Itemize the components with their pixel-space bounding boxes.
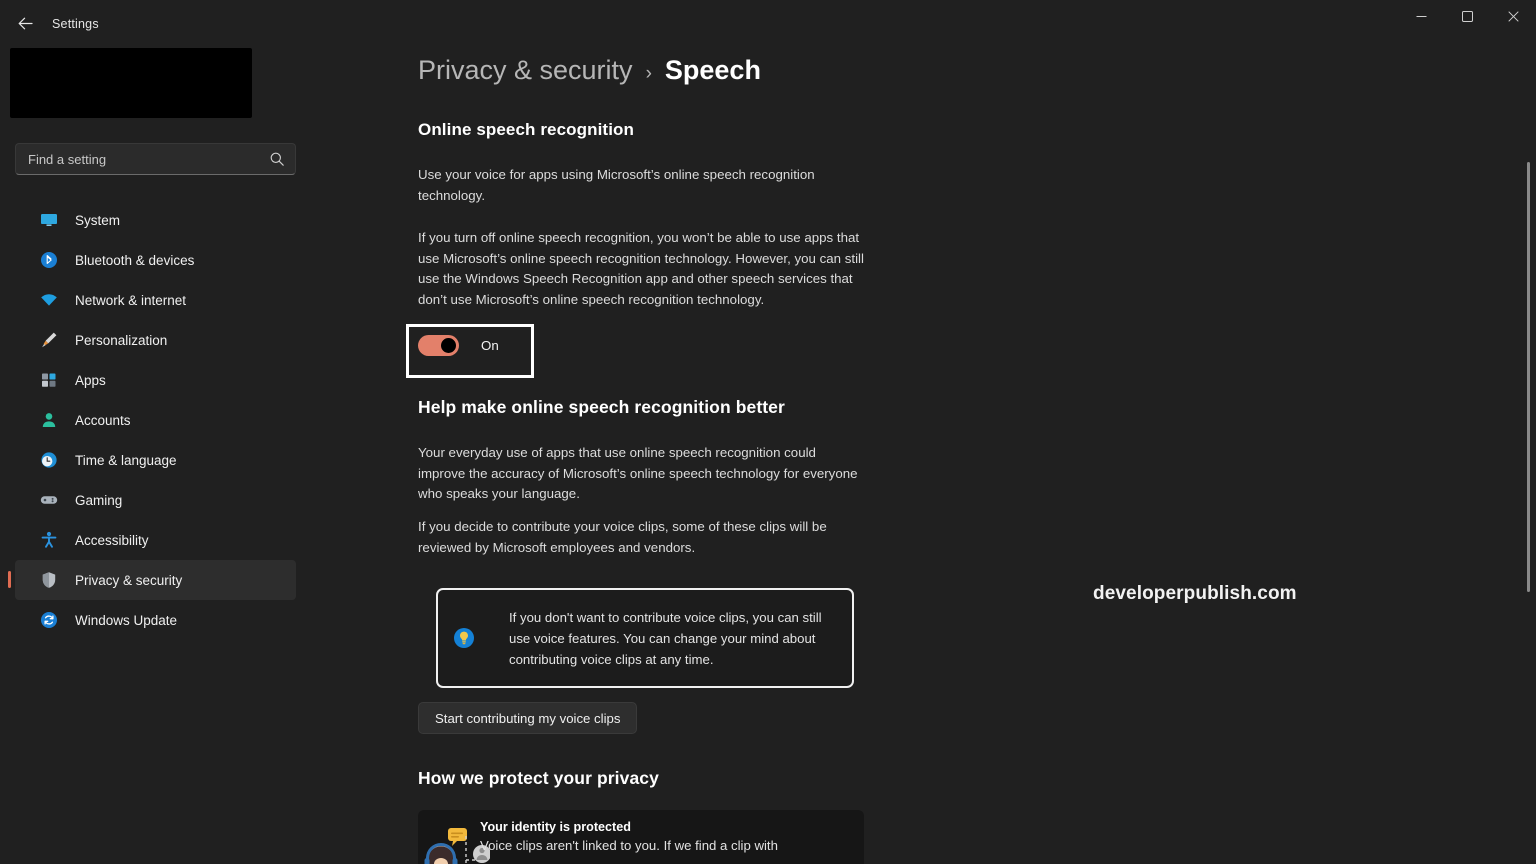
sidebar-item-accounts[interactable]: Accounts <box>15 400 296 440</box>
scrollbar-thumb[interactable] <box>1527 162 1530 592</box>
privacy-card-title: Your identity is protected <box>480 820 631 834</box>
sidebar-item-label: Network & internet <box>75 292 187 308</box>
sidebar-item-label: System <box>75 212 121 228</box>
clock-globe-icon <box>39 450 59 470</box>
breadcrumb: Privacy & security › Speech <box>418 55 761 86</box>
watermark: developerpublish.com <box>1093 583 1297 604</box>
search-input[interactable]: Find a setting <box>15 143 296 175</box>
section2-paragraph-2: If you decide to contribute your voice c… <box>418 519 827 555</box>
minimize-icon[interactable] <box>1398 0 1444 32</box>
breadcrumb-parent[interactable]: Privacy & security <box>418 55 633 86</box>
voice-clips-info-callout: If you don't want to contribute voice cl… <box>436 588 854 688</box>
sidebar-item-time-language[interactable]: Time & language <box>15 440 296 480</box>
section-heading-how-we-protect-privacy: How we protect your privacy <box>418 768 659 788</box>
section1-paragraph-1: Use your voice for apps using Microsoft’… <box>418 167 815 203</box>
wifi-icon <box>39 290 59 310</box>
content-scrollbar[interactable] <box>1524 40 1534 864</box>
sidebar-item-label: Bluetooth & devices <box>75 252 195 268</box>
sidebar-item-gaming[interactable]: Gaming <box>15 480 296 520</box>
toggle-switch[interactable] <box>418 335 459 356</box>
sidebar-item-apps[interactable]: Apps <box>15 360 296 400</box>
sidebar-item-windows-update[interactable]: Windows Update <box>15 600 296 640</box>
sidebar-item-label: Apps <box>75 372 106 388</box>
section1-paragraph-2: If you turn off online speech recognitio… <box>418 230 864 307</box>
breadcrumb-separator-icon: › <box>645 63 652 84</box>
toggle-knob <box>441 338 456 353</box>
sidebar-item-bluetooth-devices[interactable]: Bluetooth & devices <box>15 240 296 280</box>
settings-window: Settings Find a setting System Bluetooth… <box>0 0 1536 864</box>
sidebar-item-label: Windows Update <box>75 612 178 628</box>
sidebar-item-privacy-security[interactable]: Privacy & security <box>8 560 296 600</box>
sidebar-item-personalization[interactable]: Personalization <box>15 320 296 360</box>
search-icon[interactable] <box>269 151 285 167</box>
sidebar-item-label: Accounts <box>75 412 131 428</box>
online-speech-recognition-toggle[interactable]: On <box>418 335 499 356</box>
update-refresh-icon <box>39 610 59 630</box>
sidebar-item-label: Personalization <box>75 332 168 348</box>
sidebar-item-label: Gaming <box>75 492 123 508</box>
window-controls <box>1398 0 1536 32</box>
section-heading-online-speech-recognition: Online speech recognition <box>418 120 634 139</box>
sidebar-nav: System Bluetooth & devices Network & int… <box>8 200 296 640</box>
search-placeholder: Find a setting <box>28 151 107 167</box>
apps-grid-icon <box>39 370 59 390</box>
main-content: Privacy & security › Speech Online speec… <box>400 40 1536 864</box>
sidebar-item-network-internet[interactable]: Network & internet <box>15 280 296 320</box>
person-icon <box>39 410 59 430</box>
close-icon[interactable] <box>1490 0 1536 32</box>
lightbulb-tip-icon <box>453 627 475 649</box>
bluetooth-icon <box>39 250 59 270</box>
sidebar-item-accessibility[interactable]: Accessibility <box>15 520 296 560</box>
sidebar-item-label: Privacy & security <box>75 572 183 588</box>
sidebar-item-label: Accessibility <box>75 532 149 548</box>
gamepad-icon <box>39 490 59 510</box>
section2-paragraph-1: Your everyday use of apps that use onlin… <box>418 445 858 501</box>
sidebar: Find a setting System Bluetooth & device… <box>0 40 320 864</box>
account-block-redacted <box>10 48 252 118</box>
privacy-card-body: Your identity is protected Voice clips a… <box>480 820 862 856</box>
start-contributing-voice-clips-button[interactable]: Start contributing my voice clips <box>418 702 638 734</box>
sidebar-item-label: Time & language <box>75 452 177 468</box>
monitor-icon <box>39 210 59 230</box>
maximize-restore-icon[interactable] <box>1444 0 1490 32</box>
breadcrumb-current: Speech <box>664 55 761 85</box>
section-heading-help-make-better: Help make online speech recognition bett… <box>418 397 785 417</box>
accessibility-person-icon <box>39 530 59 550</box>
shield-icon <box>39 570 59 590</box>
privacy-card-text: Voice clips aren't linked to you. If we … <box>480 838 778 853</box>
privacy-card[interactable]: Your identity is protected Voice clips a… <box>418 810 864 864</box>
toggle-state-label: On <box>481 338 499 353</box>
sidebar-item-system[interactable]: System <box>15 200 296 240</box>
paintbrush-icon <box>39 330 59 350</box>
back-arrow-icon[interactable] <box>10 8 40 38</box>
callout-text: If you don't want to contribute voice cl… <box>509 609 822 667</box>
